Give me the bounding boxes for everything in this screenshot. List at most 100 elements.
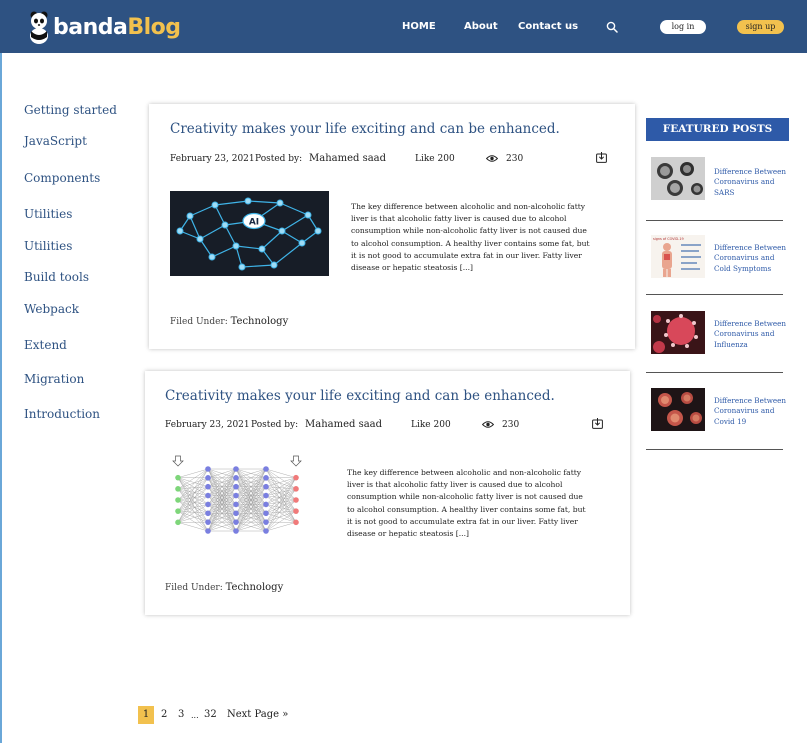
nn-edge xyxy=(265,504,297,523)
nn-node xyxy=(263,519,269,525)
post-excerpt: The key difference between alcoholic and… xyxy=(347,468,586,539)
filed-under-label: Filed Under: xyxy=(170,317,228,327)
post-category[interactable]: Technology xyxy=(226,582,284,593)
post-category[interactable]: Technology xyxy=(231,316,289,327)
nn-node xyxy=(293,508,299,514)
nn-node xyxy=(175,474,181,481)
page-current[interactable]: 1 xyxy=(138,706,154,724)
nn-node xyxy=(263,492,269,499)
nn-node xyxy=(293,497,299,503)
nn-edge xyxy=(177,522,209,532)
post-date: February 23, 2021 xyxy=(165,420,250,430)
nn-edge xyxy=(177,504,209,523)
next-page-link[interactable]: Next Page » xyxy=(227,709,288,720)
search-icon[interactable] xyxy=(606,21,618,33)
save-icon[interactable] xyxy=(592,418,603,429)
nn-edge xyxy=(265,477,297,532)
sidebar-item-utilities[interactable]: Utilities xyxy=(24,207,72,221)
nn-node xyxy=(205,501,211,508)
sidebar-item-build-tools[interactable]: Build tools xyxy=(24,270,89,284)
nn-node xyxy=(293,519,299,526)
nn-node xyxy=(175,486,181,492)
login-button[interactable]: log in xyxy=(660,20,706,34)
nn-node xyxy=(205,510,211,517)
sidebar-item-utilities-2[interactable]: Utilities xyxy=(24,239,72,253)
featured-post-link[interactable]: Difference Between Coronavirus and Cold … xyxy=(714,243,792,274)
nn-edge xyxy=(177,468,209,478)
sidebar-item-introduction[interactable]: Introduction xyxy=(24,407,100,421)
arrow-down-icon xyxy=(290,455,302,467)
post-excerpt: The key difference between alcoholic and… xyxy=(351,202,590,273)
view-count: 230 xyxy=(502,420,520,430)
post-author[interactable]: Mahamed saad xyxy=(309,153,386,164)
site-header: bandaBlog HOME About Contact us log in s… xyxy=(0,0,807,53)
featured-thumb-sars[interactable] xyxy=(651,157,705,200)
posted-by-label: Posted by: xyxy=(251,420,299,430)
post-title[interactable]: Creativity makes your life exciting and … xyxy=(170,121,560,137)
nn-node xyxy=(233,528,239,534)
post-title[interactable]: Creativity makes your life exciting and … xyxy=(165,388,555,404)
featured-divider xyxy=(646,220,783,221)
signup-button[interactable]: sign up xyxy=(737,20,784,34)
nn-node xyxy=(263,475,269,481)
nn-edge xyxy=(265,477,297,496)
like-count[interactable]: Like 200 xyxy=(411,420,451,430)
filed-under-label: Filed Under: xyxy=(165,583,223,593)
featured-post-link[interactable]: Difference Between Coronavirus and Covid… xyxy=(714,396,792,427)
nn-node xyxy=(293,474,299,481)
post-image-neural-network[interactable] xyxy=(166,455,316,537)
post-image-ai-network[interactable]: AI xyxy=(170,191,329,276)
nn-node xyxy=(205,475,211,481)
post-date: February 23, 2021 xyxy=(170,154,255,164)
featured-thumb-covid19[interactable] xyxy=(651,388,705,431)
nn-node xyxy=(233,466,239,472)
sidebar-item-migration[interactable]: Migration xyxy=(24,372,84,386)
sidebar-item-webpack[interactable]: Webpack xyxy=(24,302,79,316)
like-count[interactable]: Like 200 xyxy=(415,154,455,164)
nav-home[interactable]: HOME xyxy=(402,21,436,32)
eye-icon xyxy=(486,155,498,162)
nav-about[interactable]: About xyxy=(464,21,498,32)
nn-node xyxy=(293,486,299,492)
nn-node xyxy=(263,466,269,472)
featured-divider xyxy=(646,372,783,373)
nn-node xyxy=(233,519,239,525)
panda-logo-icon xyxy=(30,11,48,44)
featured-post-link[interactable]: Difference Between Coronavirus and SARS xyxy=(714,167,792,198)
featured-divider xyxy=(646,294,783,295)
site-logo[interactable]: bandaBlog xyxy=(28,8,181,46)
nn-edge xyxy=(177,477,209,496)
post-card: Creativity makes your life exciting and … xyxy=(145,371,630,615)
nn-edge xyxy=(177,468,209,512)
nn-edge xyxy=(265,522,297,532)
eye-icon xyxy=(482,421,494,428)
view-count: 230 xyxy=(506,154,524,164)
sidebar-item-javascript[interactable]: JavaScript xyxy=(24,134,87,148)
featured-divider xyxy=(646,449,783,450)
sidebar-item-extend[interactable]: Extend xyxy=(24,338,67,352)
nn-node xyxy=(175,519,181,526)
nn-node xyxy=(263,483,269,490)
nav-contact[interactable]: Contact us xyxy=(518,21,578,32)
nn-node xyxy=(175,497,181,503)
featured-thumb-influenza[interactable] xyxy=(651,311,705,354)
nn-node xyxy=(263,528,269,534)
featured-thumb-cold-symptoms[interactable]: signs of COVID-19 xyxy=(651,235,705,278)
logo-text: bandaBlog xyxy=(53,14,181,40)
thumb-caption: signs of COVID-19 xyxy=(653,237,684,241)
nn-node xyxy=(263,510,269,517)
nn-node xyxy=(233,510,239,517)
featured-post-link[interactable]: Difference Between Coronavirus and Influ… xyxy=(714,319,792,350)
page-link-3[interactable]: 3 xyxy=(178,709,184,720)
posted-by-label: Posted by: xyxy=(255,154,303,164)
nn-edge xyxy=(265,488,297,532)
filed-under: Filed Under: Technology xyxy=(170,316,288,327)
save-icon[interactable] xyxy=(596,152,607,163)
sidebar-item-getting-started[interactable]: Getting started xyxy=(24,103,117,117)
left-edge-rule xyxy=(0,53,2,743)
featured-posts-heading: FEATURED POSTS xyxy=(646,118,789,141)
post-author[interactable]: Mahamed saad xyxy=(305,419,382,430)
page-link-2[interactable]: 2 xyxy=(161,709,167,720)
page-link-last[interactable]: 32 xyxy=(204,709,217,720)
sidebar-item-components[interactable]: Components xyxy=(24,171,100,185)
